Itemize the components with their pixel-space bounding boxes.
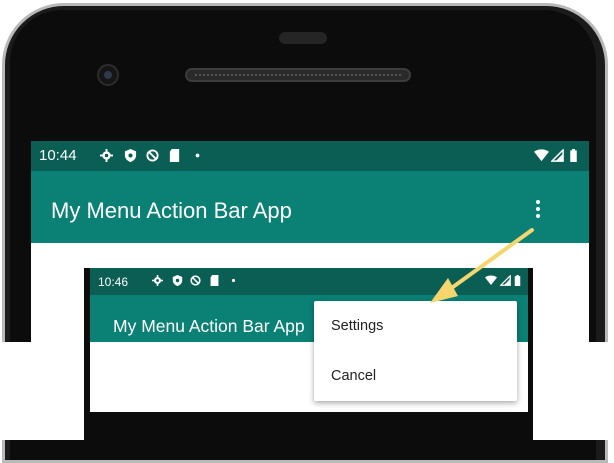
battery-icon <box>514 275 521 286</box>
menu-item-label: Cancel <box>331 368 377 384</box>
proximity-sensor <box>279 32 327 44</box>
inset-status-bar: 10:46 <box>90 268 528 295</box>
earpiece-speaker <box>185 68 411 82</box>
sd-card-icon <box>169 149 180 162</box>
status-time: 10:44 <box>39 147 77 164</box>
wifi-icon <box>534 149 549 162</box>
menu-item-label: Settings <box>331 318 384 334</box>
inset-status-time: 10:46 <box>98 275 129 289</box>
do-not-disturb-icon <box>190 275 201 286</box>
overflow-menu: Settings Cancel <box>314 301 517 401</box>
menu-item-cancel[interactable]: Cancel <box>314 351 517 401</box>
sd-card-icon <box>210 275 219 286</box>
wifi-icon <box>485 275 497 285</box>
more-vert-icon[interactable] <box>531 196 545 222</box>
dot-icon <box>231 278 236 283</box>
inset-app-title: My Menu Action Bar App <box>113 316 305 336</box>
front-camera-icon <box>97 64 119 86</box>
settings-icon <box>100 149 113 162</box>
shield-icon <box>172 275 183 286</box>
status-bar: 10:44 <box>31 141 589 171</box>
app-bar: My Menu Action Bar App <box>31 171 589 243</box>
menu-item-settings[interactable]: Settings <box>314 301 517 351</box>
do-not-disturb-icon <box>146 149 159 162</box>
app-title: My Menu Action Bar App <box>51 198 292 223</box>
settings-icon <box>152 275 163 286</box>
shield-icon <box>124 149 137 162</box>
battery-icon <box>570 149 577 162</box>
dot-icon <box>195 153 200 158</box>
signal-icon <box>551 149 564 162</box>
signal-icon <box>500 275 511 286</box>
